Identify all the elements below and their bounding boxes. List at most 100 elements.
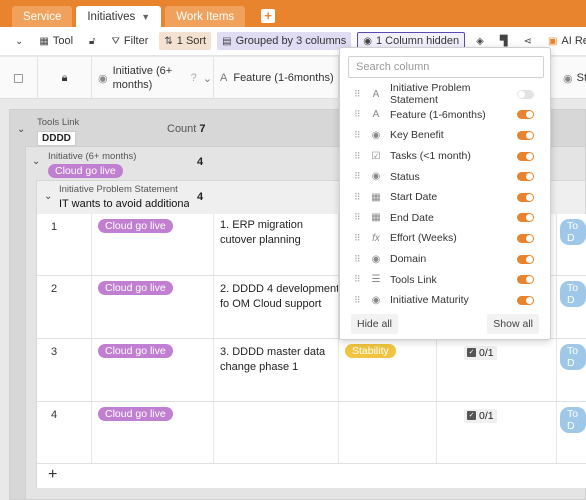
column-option-label: Tools Link bbox=[390, 273, 437, 286]
feature-text[interactable]: 3. DDDD master data change phase 1 bbox=[220, 345, 340, 375]
group-button[interactable]: ▤ Grouped by 3 columns bbox=[217, 32, 352, 50]
visibility-toggle[interactable] bbox=[517, 295, 534, 305]
feature-text[interactable]: 2. DDDD 4 development fo OM Cloud suppor… bbox=[220, 282, 338, 312]
column-option-effort[interactable]: ⠿ fx Effort (Weeks) bbox=[340, 228, 550, 249]
text-icon: A bbox=[372, 88, 380, 100]
add-row-button[interactable]: + bbox=[48, 466, 57, 484]
tool-button[interactable]: ▦ Tool bbox=[34, 32, 78, 50]
column-option-label: Domain bbox=[390, 253, 427, 266]
group-count: 4 bbox=[197, 191, 204, 203]
group-field-label: Initiative Problem Statement bbox=[59, 184, 178, 195]
visibility-toggle[interactable] bbox=[517, 213, 534, 223]
checkbox-icon: ✓ bbox=[467, 348, 476, 357]
column-option-initiative-maturity[interactable]: ⠿ ◉ Initiative Maturity bbox=[340, 290, 550, 311]
text-icon: A bbox=[372, 109, 380, 121]
table-row[interactable]: 3 Cloud go live 3. DDDD master data chan… bbox=[37, 339, 586, 402]
filter-label: Filter bbox=[123, 35, 149, 47]
drag-handle-icon[interactable]: ⠿ bbox=[354, 295, 368, 306]
column-option-label: Key Benefit bbox=[390, 129, 444, 142]
drag-handle-icon[interactable]: ⠿ bbox=[354, 171, 368, 182]
visibility-toggle[interactable] bbox=[517, 110, 534, 120]
visibility-toggle[interactable] bbox=[517, 151, 534, 161]
column-label: Feature (1-6months) bbox=[233, 72, 334, 84]
tasks-checklist[interactable]: ✓ 0/1 bbox=[464, 345, 497, 360]
group-field-label: Initiative (6+ months) bbox=[48, 151, 137, 162]
visibility-toggle[interactable] bbox=[517, 192, 534, 202]
column-option-start-date[interactable]: ⠿ ▦ Start Date bbox=[340, 187, 550, 208]
filter-button[interactable]: ⛛ Filter bbox=[107, 32, 154, 50]
tab-label: Work Items bbox=[176, 10, 235, 23]
drag-handle-icon[interactable]: ⠿ bbox=[354, 109, 368, 120]
tasks-checklist[interactable]: ✓ 0/1 bbox=[464, 408, 497, 423]
tab-initiatives[interactable]: Initiatives ▼ bbox=[76, 6, 162, 27]
table-row[interactable]: 4 Cloud go live ✓ 0/1 To D bbox=[37, 402, 586, 464]
row-number: 1 bbox=[51, 221, 58, 233]
select-icon: ◉ bbox=[371, 294, 381, 306]
tab-label: Initiatives bbox=[87, 10, 136, 23]
column-option-domain[interactable]: ⠿ ◉ Domain bbox=[340, 249, 550, 270]
row-number: 2 bbox=[51, 283, 58, 295]
column-option-tasks[interactable]: ⠿ ☑ Tasks (<1 month) bbox=[340, 146, 550, 167]
visibility-toggle[interactable] bbox=[517, 254, 534, 264]
drag-handle-icon[interactable]: ⠿ bbox=[354, 151, 368, 162]
column-option-key-benefit[interactable]: ⠿ ◉ Key Benefit bbox=[340, 125, 550, 146]
lock-column-icon[interactable]: 🔒︎ bbox=[38, 57, 92, 99]
eye-off-icon: ◉ bbox=[363, 35, 372, 47]
group-label-block: Initiative Problem Statement IT wants to… bbox=[59, 184, 189, 210]
show-all-button[interactable]: Show all bbox=[487, 314, 539, 334]
drag-handle-icon[interactable]: ⠿ bbox=[354, 130, 368, 141]
drag-handle-icon[interactable]: ⠿ bbox=[354, 89, 368, 100]
tab-service[interactable]: Service bbox=[12, 6, 73, 27]
ai-report-label: AI Repor bbox=[561, 35, 586, 47]
drag-handle-icon[interactable]: ⠿ bbox=[354, 254, 368, 265]
visibility-toggle[interactable] bbox=[517, 130, 534, 140]
column-option-label: Initiative Maturity bbox=[390, 294, 469, 307]
select-icon: ◉ bbox=[371, 253, 381, 265]
column-option-end-date[interactable]: ⠿ ▦ End Date bbox=[340, 208, 550, 229]
count-value: 7 bbox=[199, 123, 206, 135]
visibility-toggle[interactable] bbox=[517, 275, 534, 285]
visibility-toggle[interactable] bbox=[517, 89, 534, 99]
column-option-label: Effort (Weeks) bbox=[390, 232, 457, 245]
column-option-status[interactable]: ⠿ ◉ Status bbox=[340, 166, 550, 187]
visibility-toggle[interactable] bbox=[517, 172, 534, 182]
select-icon: ◉ bbox=[371, 129, 381, 141]
column-option-problem-statement[interactable]: ⠿ A Initiative Problem Statement bbox=[340, 82, 550, 106]
collapse-group-icon[interactable]: ⌄ bbox=[44, 191, 52, 202]
status-pill: To D bbox=[560, 344, 586, 370]
column-header-feature[interactable]: A Feature (1-6months) bbox=[214, 57, 339, 99]
chevron-down-icon[interactable]: ▼ bbox=[141, 12, 150, 22]
hide-all-button[interactable]: Hide all bbox=[351, 314, 399, 334]
chevron-down-icon[interactable]: ⌄ bbox=[203, 72, 212, 85]
group-icon: ▤ bbox=[222, 35, 232, 47]
expand-icon[interactable]: ⌄ bbox=[10, 32, 28, 50]
drag-handle-icon[interactable]: ⠿ bbox=[354, 192, 368, 203]
search-column-input[interactable] bbox=[348, 56, 544, 78]
column-option-tools-link[interactable]: ⠿ ☰ Tools Link bbox=[340, 269, 550, 290]
status-pill: To D bbox=[560, 281, 586, 307]
drag-handle-icon[interactable]: ⠿ bbox=[354, 274, 368, 285]
table-icon: ▦ bbox=[39, 35, 49, 47]
column-option-feature[interactable]: ⠿ A Feature (1-6months) bbox=[340, 105, 550, 126]
collapse-group-icon[interactable]: ⌄ bbox=[17, 124, 25, 135]
group-count: Count 7 bbox=[167, 123, 206, 135]
select-all-checkbox[interactable] bbox=[0, 57, 38, 99]
lock-icon[interactable]: 🔓︎ bbox=[84, 32, 100, 50]
group-value: DDDD bbox=[37, 131, 76, 146]
filter-icon: ⛛ bbox=[111, 35, 120, 47]
column-header-status[interactable]: ◉ St bbox=[557, 57, 586, 99]
drag-handle-icon[interactable]: ⠿ bbox=[354, 233, 368, 244]
visibility-toggle[interactable] bbox=[517, 233, 534, 243]
column-header-initiative[interactable]: ◉ Initiative (6+ months) ? ⌄ bbox=[92, 57, 214, 99]
link-icon: ☰ bbox=[371, 274, 381, 286]
sort-button[interactable]: ⇅ 1 Sort bbox=[159, 32, 212, 50]
ai-report-icon: ▣ bbox=[547, 35, 558, 47]
collapse-group-icon[interactable]: ⌄ bbox=[32, 156, 40, 167]
drag-handle-icon[interactable]: ⠿ bbox=[354, 212, 368, 223]
add-tab-button[interactable]: + bbox=[261, 9, 276, 23]
add-row: + bbox=[37, 464, 586, 488]
group-value: Cloud go live bbox=[48, 164, 123, 178]
column-label: Initiative (6+ months) bbox=[112, 65, 173, 91]
tab-work-items[interactable]: Work Items bbox=[165, 6, 246, 27]
feature-text[interactable]: 1. ERP migration cutover planning bbox=[220, 218, 335, 248]
